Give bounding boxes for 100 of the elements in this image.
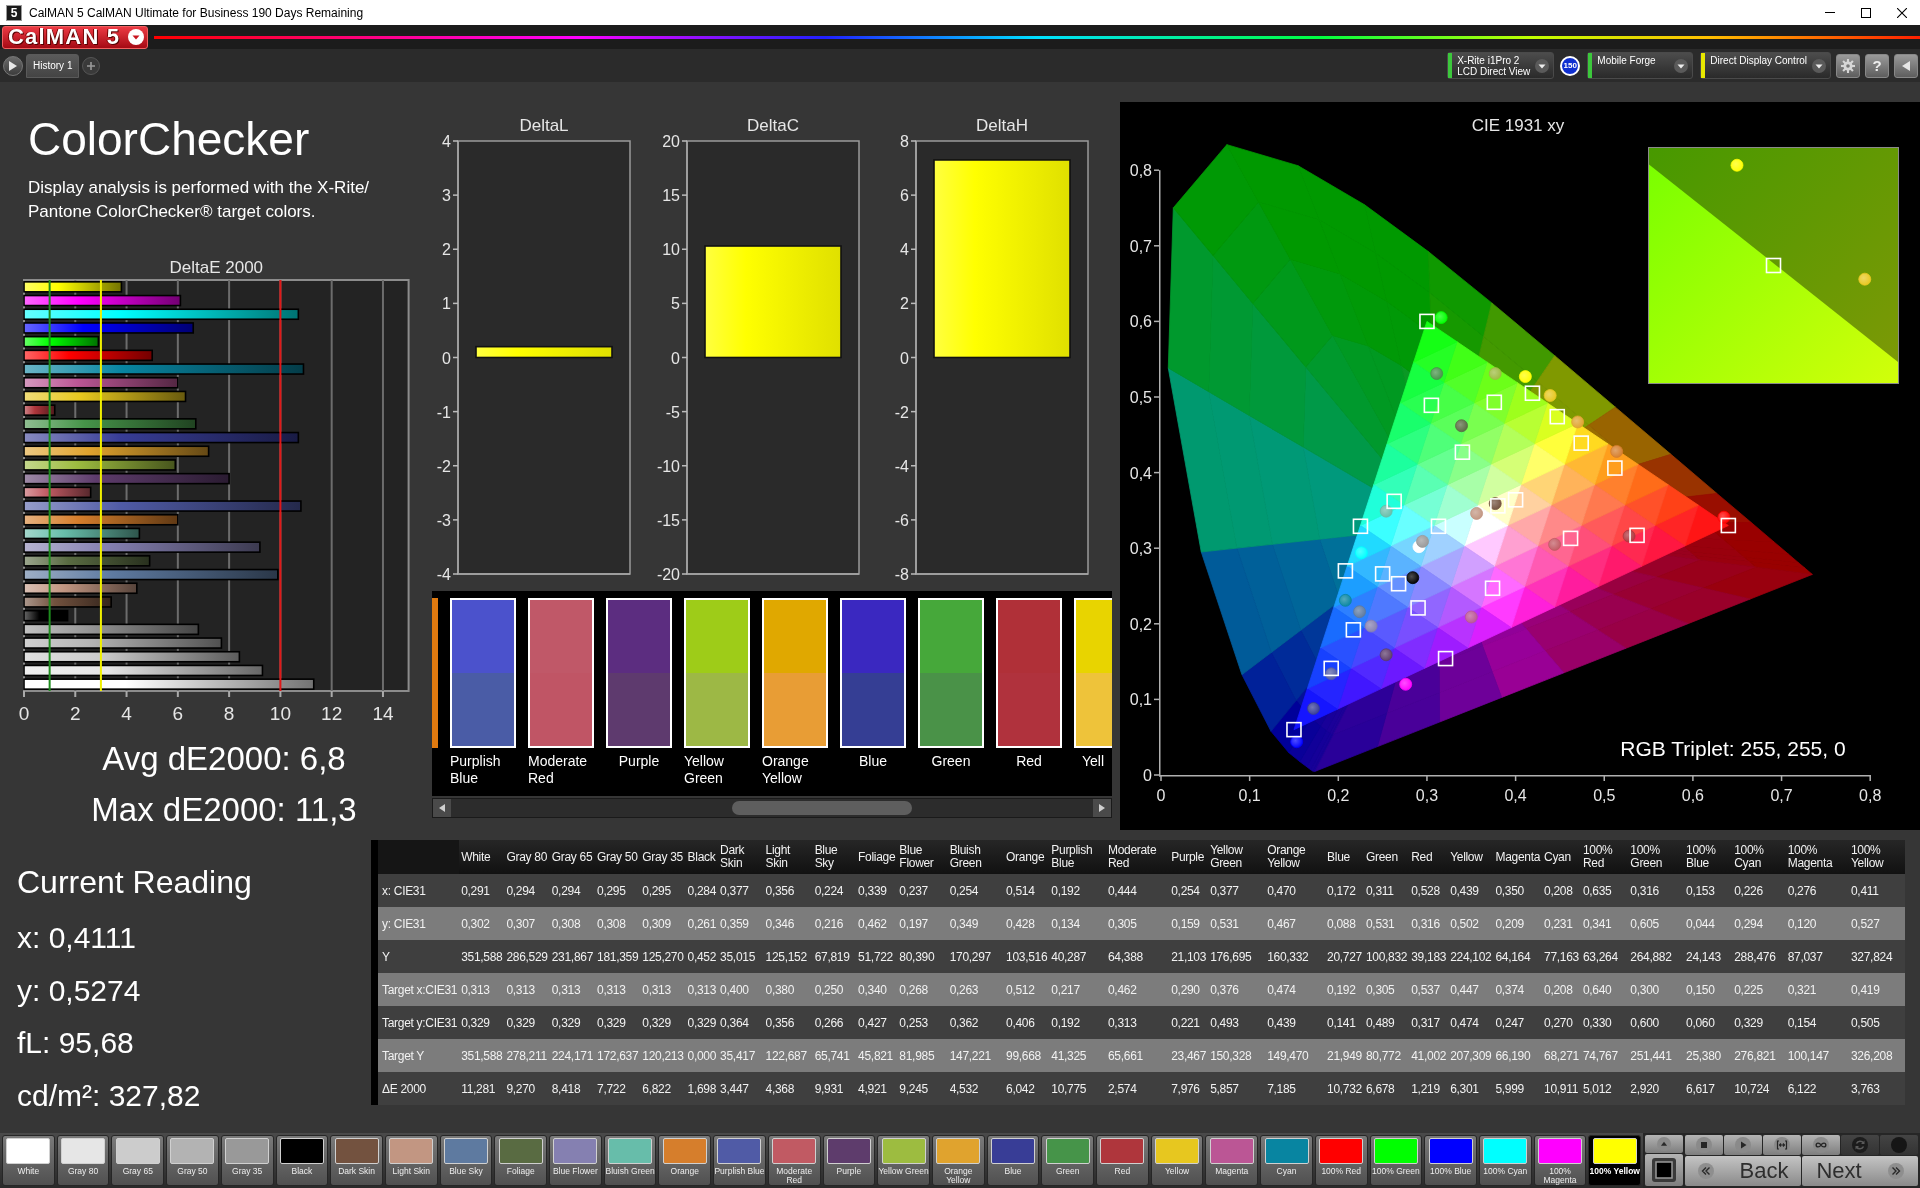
patch-label: Yellow Green [684, 753, 725, 787]
column-header: White [459, 840, 505, 874]
table-cell: 0,294 [549, 874, 595, 907]
patch-label: Purple [618, 753, 660, 770]
section-title: Current Reading [17, 863, 252, 902]
table-cell: 0,172 [1325, 874, 1364, 907]
table-cell: 64,164 [1493, 940, 1543, 973]
table-cell: 170,297 [947, 940, 1005, 973]
table-cell: 0,329 [1732, 1006, 1786, 1039]
table-cell: 10,775 [1049, 1072, 1106, 1105]
table-cell: 0,060 [1684, 1006, 1733, 1039]
page-description: Display analysis is performed with the X-Rite/ Pantone ColorChecker® target colors. [28, 177, 371, 223]
table-cell: 21,949 [1325, 1039, 1364, 1072]
table-cell: 0,216 [812, 907, 857, 940]
table-cell: 6,122 [1785, 1072, 1849, 1105]
table-cell: 0,537 [1409, 973, 1449, 1006]
table-cell: 0,313 [504, 973, 550, 1006]
column-header: 100% Yellow [1849, 840, 1905, 874]
table-cell: 0,419 [1849, 973, 1905, 1006]
table-cell: 0,308 [595, 907, 641, 940]
table-cell: 0,406 [1004, 1006, 1050, 1039]
axis-tick-label: 3 [442, 187, 451, 205]
table-cell: 0,295 [640, 874, 686, 907]
table-cell: 0,411 [1849, 874, 1905, 907]
table-cell: 0,527 [1849, 907, 1905, 940]
table-cell: 0,329 [640, 1006, 686, 1039]
table-cell: 0,266 [812, 1006, 857, 1039]
count-badge: 150 [1560, 55, 1581, 76]
axis-tick-label: 0,8 [1859, 787, 1882, 804]
axis-tick-label: 0 [671, 349, 680, 367]
table-cell: 0,428 [1004, 907, 1050, 940]
table-cell: 6,042 [1004, 1072, 1050, 1105]
column-header: Black [685, 840, 719, 874]
table-cell: 51,722 [856, 940, 898, 973]
table-cell: 0,225 [1732, 973, 1786, 1006]
table-cell: 21,103 [1169, 940, 1209, 973]
table-cell: 11,281 [459, 1072, 505, 1105]
table-cell: 0,154 [1785, 1006, 1849, 1039]
table-cell: 172,637 [595, 1039, 641, 1072]
column-header: Blue Flower [897, 840, 948, 874]
axis-tick-label: -2 [894, 403, 909, 421]
patch-label: Moderate Red [528, 753, 589, 787]
table-cell: 100,147 [1785, 1039, 1849, 1072]
axis-tick-label: 4 [900, 241, 909, 259]
table-cell: 0,317 [1409, 1006, 1449, 1039]
axis-tick-label: -3 [436, 511, 451, 529]
table-cell: 0,226 [1732, 874, 1786, 907]
table-cell: 6,301 [1448, 1072, 1494, 1105]
axis-tick-label: 15 [662, 187, 680, 205]
column-header: Blue Sky [812, 840, 857, 874]
table-cell: 0,270 [1542, 1006, 1581, 1039]
axis-tick-label: 2 [442, 241, 451, 259]
table-cell: 0,462 [856, 907, 898, 940]
table-cell: 0,531 [1363, 907, 1410, 940]
column-header: Gray 80 [504, 840, 550, 874]
table-cell: 0,309 [640, 907, 686, 940]
table-cell: 0,224 [812, 874, 857, 907]
column-header: Gray 50 [595, 840, 641, 874]
table-cell: 224,102 [1448, 940, 1494, 973]
table-cell: 0,120 [1785, 907, 1849, 940]
table-cell: 0,329 [459, 1006, 505, 1039]
table-cell: 0,493 [1208, 1006, 1266, 1039]
axis-tick-label: 12 [321, 703, 343, 724]
column-header: 100% Blue [1684, 840, 1733, 874]
table-cell: 5,999 [1493, 1072, 1543, 1105]
axis-tick-label: -2 [436, 457, 451, 475]
row-header: Target y:CIE31 [378, 1006, 460, 1039]
axis-tick-label: 0,3 [1129, 540, 1152, 558]
table-cell: 0,221 [1169, 1006, 1209, 1039]
column-header: 100% Magenta [1785, 840, 1849, 874]
row-header: x: CIE31 [378, 874, 460, 907]
row-header: y: CIE31 [378, 907, 460, 940]
table-cell: 176,695 [1208, 940, 1266, 973]
patch-label: Yell [1081, 753, 1105, 770]
table-cell: 0,209 [1493, 907, 1543, 940]
table-cell: 120,213 [640, 1039, 686, 1072]
table-cell: 0,153 [1684, 874, 1733, 907]
table-cell: 1,698 [685, 1072, 719, 1105]
column-header: Purplish Blue [1049, 840, 1106, 874]
summary-stat: Avg dE2000: 6,8 [102, 739, 346, 779]
axis-tick-label: 4 [121, 703, 132, 724]
column-header: Yellow [1448, 840, 1494, 874]
table-cell: 264,882 [1628, 940, 1685, 973]
table-cell: 68,271 [1542, 1039, 1581, 1072]
table-cell: 0,150 [1684, 973, 1733, 1006]
table-cell: 0,316 [1409, 907, 1449, 940]
table-cell: 0,364 [718, 1006, 764, 1039]
table-cell: 0,340 [856, 973, 898, 1006]
table-cell: 0,362 [947, 1006, 1005, 1039]
table-cell: 0,313 [640, 973, 686, 1006]
table-cell: 0,290 [1169, 973, 1209, 1006]
table-cell: 41,325 [1049, 1039, 1106, 1072]
table-cell: 0,444 [1106, 874, 1170, 907]
table-cell: 0,474 [1265, 973, 1326, 1006]
table-cell: 10,724 [1732, 1072, 1786, 1105]
table-cell: 6,822 [640, 1072, 686, 1105]
axis-tick-label: 14 [372, 703, 394, 724]
axis-tick-label: 0,6 [1129, 313, 1152, 331]
table-cell: 0,250 [812, 973, 857, 1006]
patch-label: Orange Yellow [762, 753, 810, 787]
